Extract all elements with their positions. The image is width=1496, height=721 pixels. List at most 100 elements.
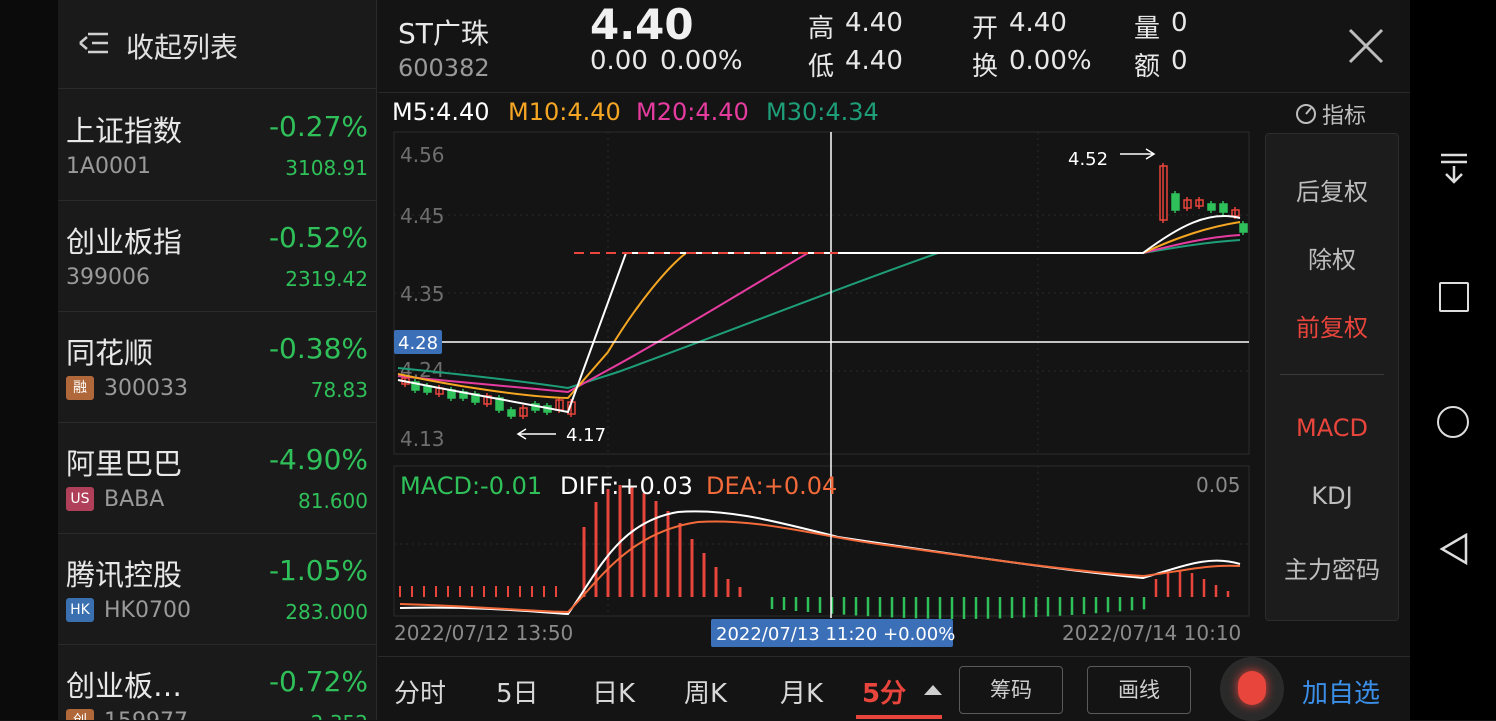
price-axis: 4.564.454.354.244.13 <box>400 143 445 451</box>
ma20-label: M20:4.40 <box>636 98 749 126</box>
turnover-label: 换 <box>972 52 999 82</box>
price-change: 0.00 <box>590 46 648 76</box>
kline-chart[interactable]: M5:4.40 M10:4.40 M20:4.40 M30:4.34 指标 4.… <box>378 92 1410 656</box>
candle-body <box>1219 203 1228 213</box>
change-pct: -0.52% <box>268 221 368 254</box>
price: 2319.42 <box>285 267 368 291</box>
active-tab-underline <box>856 715 942 719</box>
list-item[interactable]: 腾讯控股 -1.05% 283.000 HK HK0700 <box>58 534 376 645</box>
list-item[interactable]: 上证指数 -0.27% 3108.91 1A0001 <box>58 90 376 201</box>
amount-label: 额 <box>1134 52 1161 82</box>
dea-label: DEA:+0.04 <box>706 472 837 500</box>
date-right: 2022/07/14 10:10 <box>1062 621 1241 645</box>
panel-divider <box>1280 374 1384 375</box>
market-badge: US <box>66 487 94 511</box>
stock-header: ST广珠 600382 4.40 0.00 0.00% 高 4.40 低 4.4… <box>378 0 1410 93</box>
price: 2.352 <box>311 711 368 720</box>
stock-code: 300033 <box>104 376 188 401</box>
date-left: 2022/07/12 13:50 <box>394 621 573 645</box>
notification-pull-icon[interactable] <box>1438 152 1470 186</box>
tab-intraday[interactable]: 分时 <box>394 673 446 710</box>
tab-weekly-k[interactable]: 周K <box>684 673 727 710</box>
stock-code: 159977 <box>104 709 188 720</box>
watch-list: 收起列表 上证指数 -0.27% 3108.91 1A0001 创业板指 -0.52… <box>58 0 377 720</box>
change-pct: -0.27% <box>268 110 368 143</box>
high-label: 高 <box>808 14 835 44</box>
volume-value: 0 <box>1171 8 1188 38</box>
stock-name: 上证指数 <box>66 114 183 148</box>
chips-button[interactable]: 筹码 <box>959 666 1063 714</box>
stock-code: 600382 <box>398 54 490 82</box>
caret-up-icon[interactable] <box>922 683 944 697</box>
open-label: 开 <box>972 14 999 44</box>
list-item[interactable]: 同花顺 -0.38% 78.83 融 300033 <box>58 312 376 423</box>
ma10-line <box>397 221 1241 400</box>
price-axis-label: 4.45 <box>400 204 445 228</box>
tab-5day[interactable]: 5日 <box>496 673 539 710</box>
ma20-line <box>397 234 1241 394</box>
candle-body <box>507 409 516 417</box>
volume-label: 量 <box>1134 14 1161 44</box>
list-item[interactable]: 创业板… -0.72% 2.352 创 159977 <box>58 645 376 720</box>
price: 283.000 <box>285 600 368 624</box>
price-axis-label: 4.35 <box>400 282 445 306</box>
recents-icon[interactable] <box>1439 282 1469 312</box>
chart-grid <box>393 131 1250 617</box>
add-to-watchlist-button[interactable]: 加自选 <box>1302 673 1380 710</box>
stock-name: ST广珠 <box>398 17 489 50</box>
draw-line-button[interactable]: 画线 <box>1087 666 1191 714</box>
list-item[interactable]: 阿里巴巴 -4.90% 81.600 US BABA <box>58 423 376 534</box>
high-value: 4.40 <box>845 8 903 38</box>
high-annotation: 4.52 <box>1068 149 1108 170</box>
close-icon[interactable] <box>1346 26 1386 66</box>
tab-5min[interactable]: 5分 <box>862 673 906 710</box>
ma5-label: M5:4.40 <box>392 98 490 126</box>
price-change-pct: 0.00% <box>660 46 743 76</box>
adjust-panel: 后复权 除权 前复权 MACD KDJ 主力密码 <box>1265 133 1399 621</box>
back-icon[interactable] <box>1438 532 1470 566</box>
alarm-light-icon <box>1238 671 1266 705</box>
ma-legend: M5:4.40 M10:4.40 M20:4.40 M30:4.34 <box>392 98 879 126</box>
turnover-value: 0.00% <box>1009 46 1092 76</box>
price-axis-label: 4.56 <box>400 143 445 167</box>
stock-code: 1A0001 <box>66 154 152 179</box>
market-badge: 创 <box>66 709 94 720</box>
rear-adjust-option[interactable]: 后复权 <box>1266 172 1398 207</box>
ma30-label: M30:4.34 <box>766 98 879 126</box>
ma10-label: M10:4.40 <box>508 98 621 126</box>
stock-code: HK0700 <box>104 598 191 623</box>
alarm-button[interactable] <box>1220 657 1284 721</box>
collapse-list-button[interactable]: 收起列表 <box>58 0 376 89</box>
indicator-button[interactable]: 指标 <box>1296 104 1366 129</box>
kdj-option[interactable]: KDJ <box>1266 482 1398 510</box>
tab-daily-k[interactable]: 日K <box>592 673 635 710</box>
candle-body <box>1239 223 1248 233</box>
market-badge: HK <box>66 598 94 622</box>
diff-label: DIFF:+0.03 <box>560 472 693 500</box>
price: 3108.91 <box>285 156 368 180</box>
amount-value: 0 <box>1171 46 1188 76</box>
list-item[interactable]: 创业板指 -0.52% 2319.42 399006 <box>58 201 376 312</box>
low-arrow-icon <box>516 428 556 440</box>
home-icon[interactable] <box>1437 406 1469 438</box>
macd-scale: 0.05 <box>1196 473 1241 497</box>
change-pct: -4.90% <box>268 443 368 476</box>
price-axis-label: 4.13 <box>400 427 445 451</box>
front-adjust-option[interactable]: 前复权 <box>1266 308 1398 343</box>
macd-option[interactable]: MACD <box>1266 414 1398 442</box>
stock-name: 腾讯控股 <box>66 558 183 592</box>
price: 78.83 <box>310 378 368 402</box>
stock-name: 创业板指 <box>66 225 183 259</box>
main-force-option[interactable]: 主力密码 <box>1266 550 1398 585</box>
change-pct: -1.05% <box>268 554 368 587</box>
stock-name: 阿里巴巴 <box>66 447 183 481</box>
crosshair-price: 4.28 <box>398 333 438 354</box>
indicator-label: 指标 <box>1322 104 1366 129</box>
change-pct: -0.38% <box>268 332 368 365</box>
change-pct: -0.72% <box>268 665 368 698</box>
left-sidebar-strip <box>0 0 58 720</box>
ex-rights-option[interactable]: 除权 <box>1266 240 1398 275</box>
tab-monthly-k[interactable]: 月K <box>780 673 823 710</box>
stock-name: 同花顺 <box>66 336 154 370</box>
low-value: 4.40 <box>845 46 903 76</box>
